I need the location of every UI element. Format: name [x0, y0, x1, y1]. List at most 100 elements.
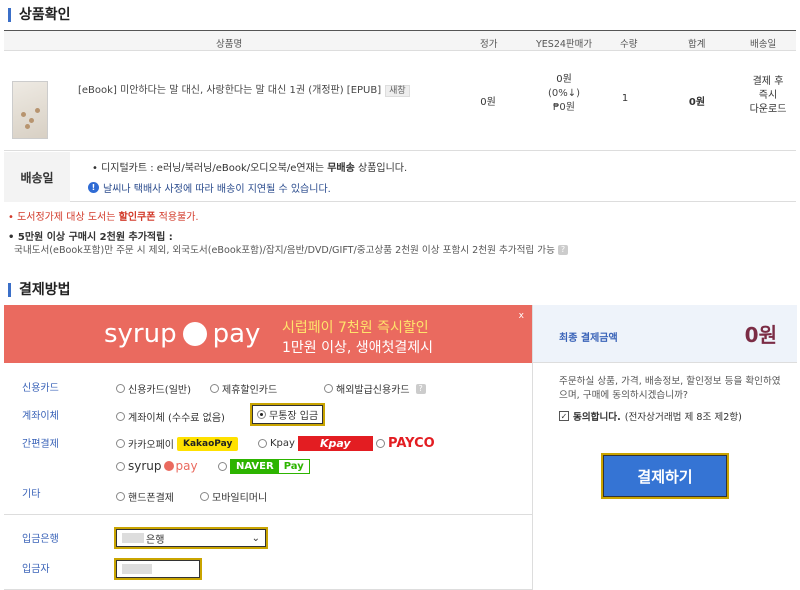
label-other: 기타 [22, 489, 41, 500]
book-cover-image[interactable] [12, 81, 48, 139]
banner-headline: 시럽페이 7천원 즉시할인 [282, 320, 429, 336]
option-naver-pay[interactable]: NAVER Pay [218, 459, 310, 474]
syrup-text: syrup [128, 459, 162, 473]
new-window-badge[interactable]: 새창 [385, 85, 410, 97]
radio-icon[interactable] [376, 439, 385, 448]
option-bank-deposit[interactable]: 무통장 입금 [250, 403, 326, 426]
shipping-note-prefix: • 디지털카트 : e러닝/북러닝/eBook/오디오북/e연재는 [92, 163, 328, 174]
radio-icon[interactable] [116, 461, 125, 471]
label-credit-card: 신용카드 [22, 383, 59, 394]
option-label[interactable]: Kpay [270, 438, 295, 449]
radio-icon[interactable] [116, 439, 125, 448]
syrup-pay-banner[interactable]: syrup pay 시럽페이 7천원 즉시할인 1만원 이상, 생애첫결제시 x [4, 305, 532, 363]
table-row: [eBook] 미안하다는 말 대신, 사랑한다는 말 대신 1권 (개정판) … [4, 51, 796, 151]
radio-icon[interactable] [116, 384, 125, 393]
payment-section-title: 결제방법 [8, 283, 71, 297]
col-delivery: 배송일 [750, 39, 777, 50]
naver-text: NAVER [231, 460, 279, 473]
syrup-pay-small-logo: syrup pay [128, 459, 198, 473]
shipping-delay-text: 날씨나 택배사 사정에 따라 배송이 지연될 수 있습니다. [103, 184, 331, 195]
naver-pay-text: Pay [283, 461, 304, 472]
radio-icon[interactable] [218, 462, 227, 471]
delivery-info: 결제 후 즉시 다운로드 [742, 75, 794, 117]
radio-icon[interactable] [116, 412, 125, 421]
col-quantity: 수량 [620, 39, 638, 50]
syrup-pay-logo: syrup pay [104, 319, 260, 349]
payco-logo: PAYCO [388, 436, 435, 451]
product-title-link[interactable]: [eBook] 미안하다는 말 대신, 사랑한다는 말 대신 1권 (개정판) … [78, 81, 410, 97]
payment-methods-panel: 신용카드 계좌이체 간편결제 기타 신용카드(일반) 제휴할인카드 해외발급신용… [4, 363, 532, 590]
price-law-bold: 할인쿠폰 [118, 212, 156, 223]
total-label: 최종 결제금액 [559, 333, 618, 344]
option-label[interactable]: 무통장 입금 [269, 407, 318, 422]
shipping-note: • 디지털카트 : e러닝/북러닝/eBook/오디오북/e연재는 무배송 상품… [92, 159, 407, 174]
price-law-note: • 도서정가제 대상 도서는 할인쿠폰 적용불가. [8, 208, 199, 223]
agreement-checkbox-row[interactable]: ✓ 동의합니다. (전자상거래법 제 8조 제2항) [559, 409, 742, 423]
col-list-price: 정가 [480, 39, 498, 50]
option-credit-partner[interactable]: 제휴할인카드 [210, 381, 277, 396]
col-total: 합계 [688, 39, 706, 50]
sale-price-block: 0원 (0%↓) ₱0원 [534, 73, 594, 115]
pay-button[interactable]: 결제하기 [601, 453, 729, 499]
bonus-points-detail: 국내도서(eBook포함)만 주문 시 제외, 외국도서(eBook포함)/잡지… [14, 242, 568, 256]
label-deposit-bank: 입금은행 [22, 534, 59, 545]
shipping-label: 배송일 [4, 152, 70, 202]
option-payco[interactable]: PAYCO [376, 436, 435, 451]
bonus-points-text: 국내도서(eBook포함)만 주문 시 제외, 외국도서(eBook포함)/잡지… [14, 245, 555, 256]
delivery-line: 즉시 [758, 90, 778, 101]
radio-icon[interactable] [258, 439, 267, 448]
option-kpay[interactable]: Kpay Kpay [258, 436, 373, 451]
radio-icon[interactable] [210, 384, 219, 393]
shipping-box: 배송일 • 디지털카트 : e러닝/북러닝/eBook/오디오북/e연재는 무배… [4, 152, 796, 202]
redacted-text [122, 564, 152, 574]
label-depositor: 입금자 [22, 564, 50, 575]
delivery-line: 결제 후 [752, 76, 784, 87]
help-icon[interactable]: ? [415, 383, 426, 394]
kakaopay-logo: KakaoPay [177, 436, 239, 451]
radio-icon[interactable] [200, 492, 209, 501]
redacted-text [122, 533, 144, 543]
syrup-logo-right: pay [212, 319, 261, 349]
payment-summary-panel: 최종 결제금액 0원 주문하실 상품, 가격, 배송정보, 할인정보 등을 확인… [532, 305, 797, 590]
option-phone-payment[interactable]: 핸드폰결제 [116, 489, 174, 504]
product-table: 상품명 정가 YES24판매가 수량 합계 배송일 [eBook] 미안하다는 … [4, 30, 796, 151]
option-label[interactable]: 신용카드(일반) [128, 381, 191, 396]
option-label[interactable]: 핸드폰결제 [128, 489, 174, 504]
option-label[interactable]: 모바일티머니 [212, 489, 267, 504]
radio-icon[interactable] [324, 384, 333, 393]
option-label[interactable]: 카카오페이 [128, 436, 174, 451]
syrup-pay-text: pay [175, 459, 198, 473]
option-label[interactable]: 제휴할인카드 [222, 381, 277, 396]
chevron-down-icon[interactable]: ⌄ [252, 533, 260, 544]
sale-price: 0원 [556, 74, 572, 85]
option-bank-transfer[interactable]: 계좌이체 (수수료 없음) [116, 409, 225, 424]
product-title[interactable]: [eBook] 미안하다는 말 대신, 사랑한다는 말 대신 1권 (개정판) … [78, 85, 381, 96]
discount-rate: (0%↓) [547, 88, 581, 99]
option-syrup-pay[interactable]: syrup pay [116, 459, 198, 473]
option-mobile-tmoney[interactable]: 모바일티머니 [200, 489, 267, 504]
checkbox-checked-icon[interactable]: ✓ [559, 411, 569, 421]
radio-icon[interactable] [116, 492, 125, 501]
shipping-delay-note: ! 날씨나 택배사 사정에 따라 배송이 지연될 수 있습니다. [88, 180, 331, 195]
quantity: 1 [621, 93, 629, 104]
option-credit-foreign[interactable]: 해외발급신용카드? [324, 381, 426, 396]
agreement-text: 주문하실 상품, 가격, 배송정보, 할인정보 등을 확인하였으며, 구매에 동… [559, 376, 781, 401]
radio-selected-icon[interactable] [257, 410, 266, 419]
option-credit-general[interactable]: 신용카드(일반) [116, 381, 191, 396]
help-icon[interactable]: ? [557, 245, 568, 255]
divider [4, 514, 532, 515]
depositor-input[interactable] [114, 558, 202, 580]
deposit-bank-select[interactable]: 은행 ⌄ [114, 527, 268, 549]
kpay-logo: Kpay [297, 436, 373, 451]
naver-pay-logo: NAVER Pay [230, 459, 310, 474]
price-law-suffix: 적용불가. [155, 212, 199, 223]
option-label[interactable]: 계좌이체 (수수료 없음) [128, 409, 225, 424]
agree-label[interactable]: 동의합니다. [573, 409, 621, 423]
bank-select-value[interactable]: 은행 [146, 531, 164, 546]
option-kakao-pay[interactable]: 카카오페이 KakaoPay [116, 436, 239, 451]
list-price: 0원 [480, 97, 496, 108]
product-section-title: 상품확인 [8, 8, 71, 22]
row-total: 0원 [688, 97, 706, 108]
option-label[interactable]: 해외발급신용카드 [336, 381, 410, 396]
banner-close-button[interactable]: x [519, 311, 524, 321]
